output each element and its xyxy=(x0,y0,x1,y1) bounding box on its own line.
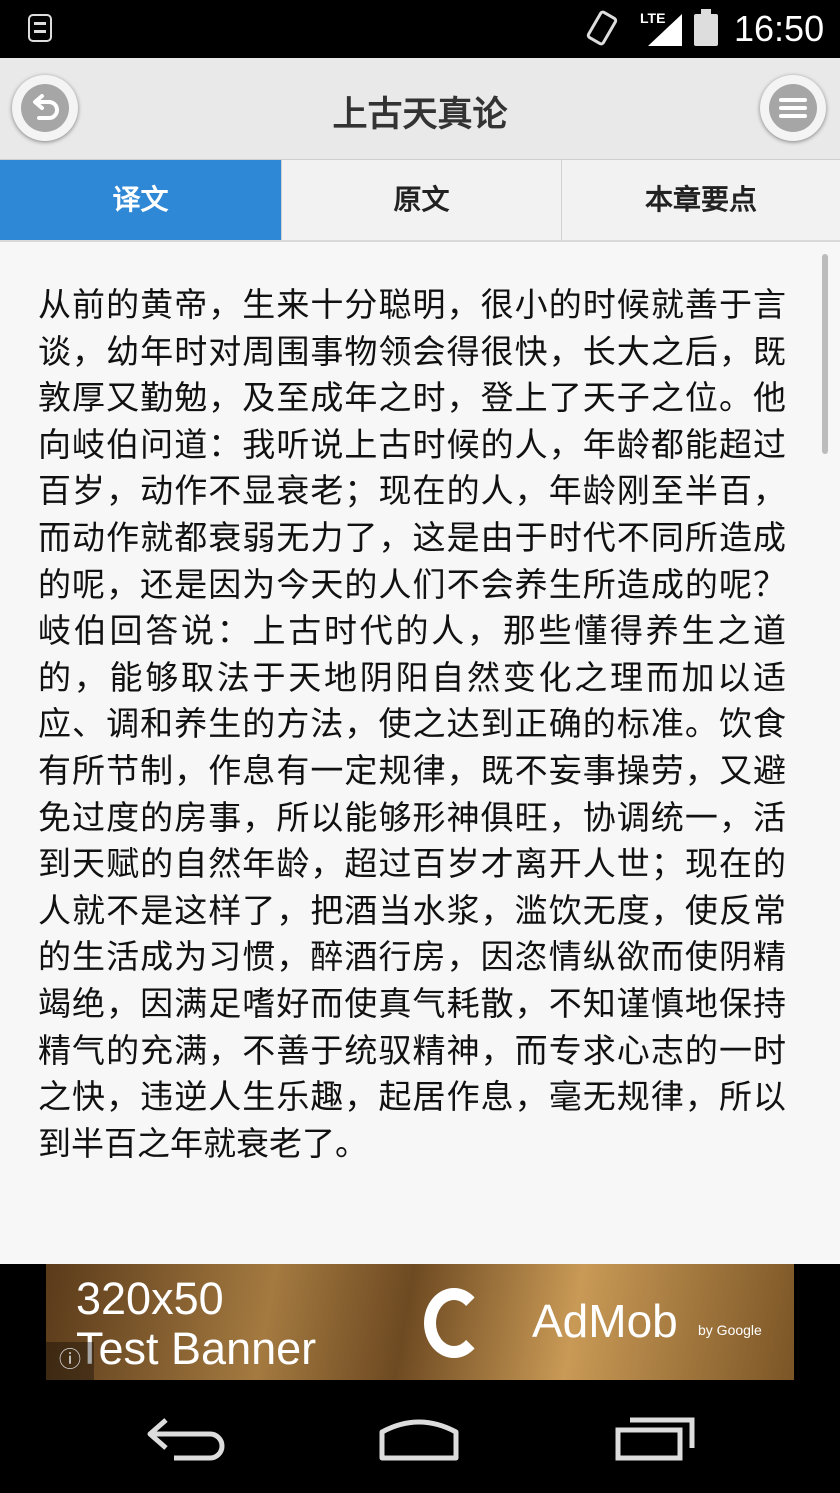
ad-info-icon[interactable]: ⓘ xyxy=(46,1342,94,1380)
tab-chapter-key-points[interactable]: 本章要点 xyxy=(562,160,840,240)
admob-logo-icon xyxy=(424,1288,484,1358)
menu-button[interactable] xyxy=(760,75,826,141)
nav-recents-icon xyxy=(615,1417,695,1461)
back-arrow-icon xyxy=(21,84,69,132)
screen-rotation-icon xyxy=(585,9,619,47)
content-area[interactable]: 从前的黄帝，生来十分聪明，很小的时候就善于言谈，幼年时对周围事物领会得很快，长大… xyxy=(0,242,840,1264)
status-bar: LTE 16:50 xyxy=(0,0,840,58)
signal-strength-icon xyxy=(648,14,682,46)
admob-brand: AdMob xyxy=(532,1295,678,1347)
ad-size-label: 320x50 xyxy=(76,1273,224,1324)
system-navigation-bar xyxy=(0,1382,840,1493)
admob-brand-sub: by Google xyxy=(698,1322,762,1338)
notification-app-icon xyxy=(28,14,52,42)
page-title: 上古天真论 xyxy=(332,95,508,135)
app-header: 上古天真论 xyxy=(0,58,840,160)
nav-home-button[interactable] xyxy=(374,1412,464,1462)
ad-text: 320x50 Test Banner xyxy=(76,1274,316,1374)
ad-container: 320x50 Test Banner AdMob by Google ⓘ xyxy=(0,1264,840,1382)
ad-banner[interactable]: 320x50 Test Banner AdMob by Google ⓘ xyxy=(46,1264,794,1380)
scrollbar[interactable] xyxy=(822,254,828,454)
translation-text: 从前的黄帝，生来十分聪明，很小的时候就善于言谈，幼年时对周围事物领会得很快，长大… xyxy=(38,285,786,1163)
tab-original-text[interactable]: 原文 xyxy=(281,160,562,240)
menu-icon xyxy=(769,84,817,132)
ad-banner-label: Test Banner xyxy=(76,1323,317,1374)
tab-translation[interactable]: 译文 xyxy=(0,160,281,240)
back-button[interactable] xyxy=(12,75,78,141)
nav-back-icon xyxy=(147,1418,225,1461)
battery-icon xyxy=(694,9,718,46)
status-clock: 16:50 xyxy=(734,8,825,49)
nav-recents-button[interactable] xyxy=(612,1412,698,1462)
nav-back-button[interactable] xyxy=(144,1412,230,1462)
nav-home-icon xyxy=(379,1419,459,1461)
tab-bar: 译文 原文 本章要点 xyxy=(0,160,840,242)
